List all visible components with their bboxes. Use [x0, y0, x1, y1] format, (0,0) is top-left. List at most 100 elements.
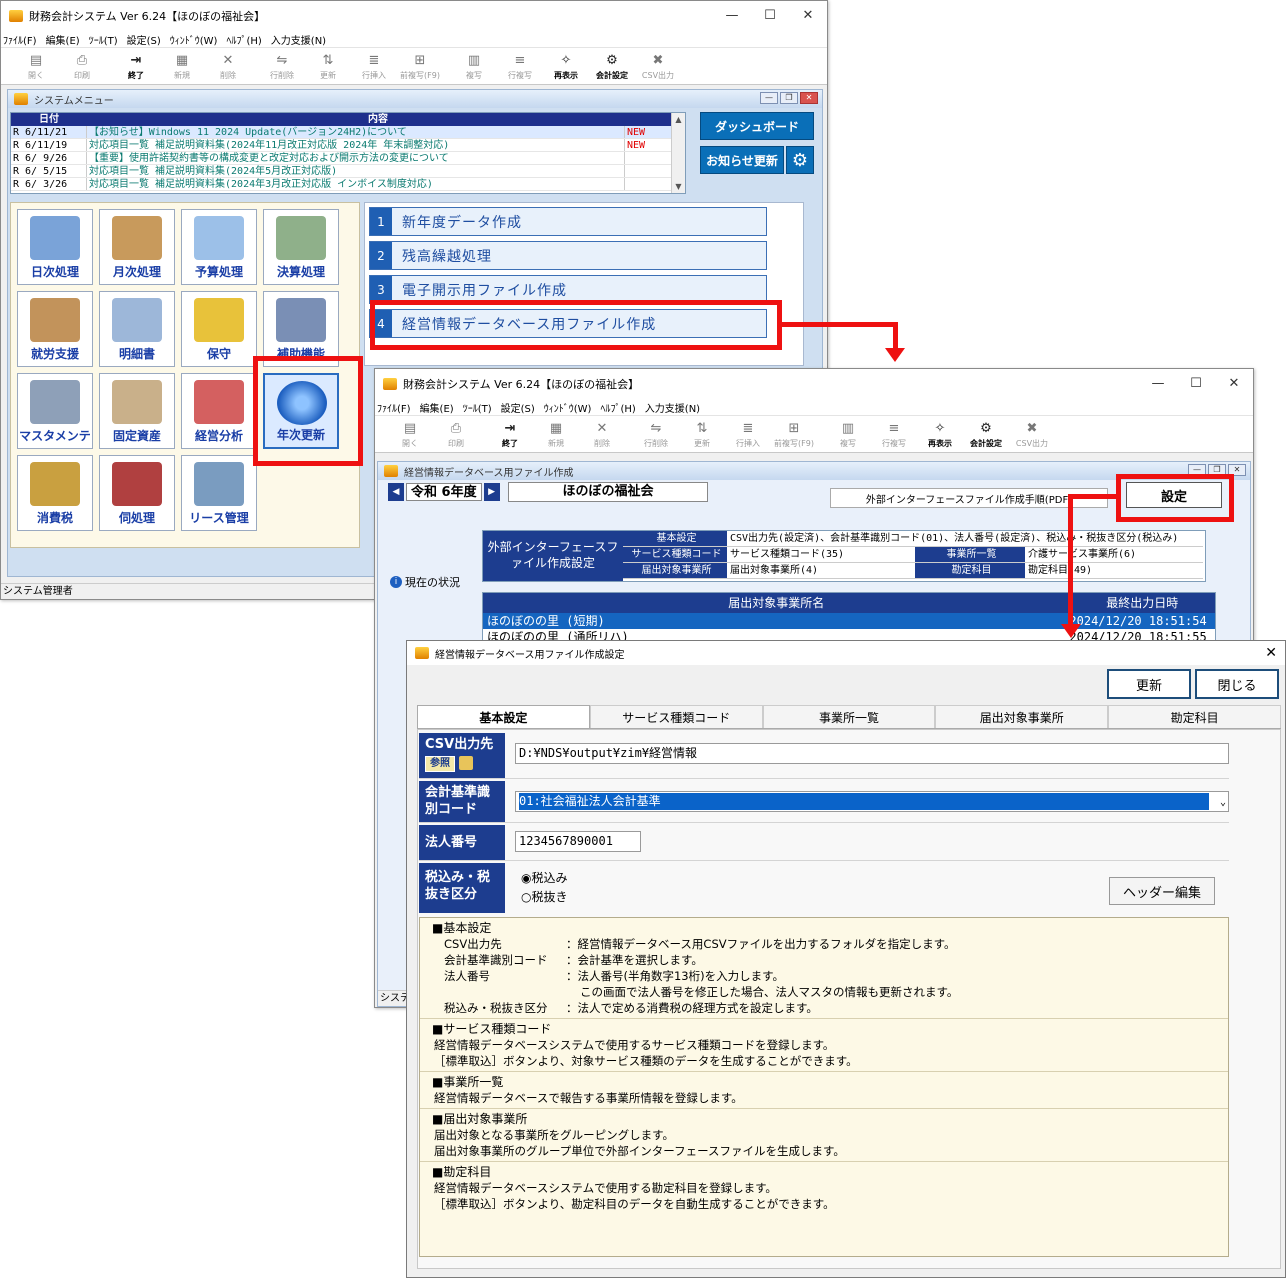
menu-input-support[interactable]: 入力支援(N)	[271, 32, 326, 47]
toolbar-button[interactable]: ✕ 削除	[579, 416, 625, 452]
menu-file[interactable]: ﾌｧｲﾙ(F)	[377, 400, 411, 415]
tile-master[interactable]: マスタメンテ	[17, 373, 93, 449]
tile-tax[interactable]: 消費税	[17, 455, 93, 531]
menu-window[interactable]: ｳｨﾝﾄﾞｳ(W)	[170, 32, 218, 47]
minimize-icon[interactable]: —	[1139, 369, 1177, 399]
news-row[interactable]: R 6/ 3/26 対応項目一覧 補足説明資料集(2024年3月改正対応版 インボ…	[11, 178, 685, 191]
chevron-down-icon[interactable]: ⌄	[1220, 793, 1226, 812]
toolbar-button[interactable]: ✕ 削除	[205, 48, 251, 84]
maximize-icon[interactable]: ☐	[1177, 369, 1215, 399]
menu-item-2[interactable]: 2 残高繰越処理	[369, 241, 767, 270]
toolbar-button[interactable]: ⇥ 終了	[113, 48, 159, 84]
menu-item-1[interactable]: 1 新年度データ作成	[369, 207, 767, 236]
news-row[interactable]: R 6/11/21 【お知らせ】Windows 11 2024 Update(バー…	[11, 126, 685, 139]
minimize-icon[interactable]: —	[760, 92, 778, 104]
toolbar-button[interactable]: ▤ 開く	[13, 48, 59, 84]
toolbar-button[interactable]: ⇅ 更新	[305, 48, 351, 84]
update-button[interactable]: 更新	[1107, 669, 1191, 699]
close-button[interactable]: 閉じる	[1195, 669, 1279, 699]
toolbar-button[interactable]: ✖ CSV出力	[635, 48, 681, 84]
tab-service-code[interactable]: サービス種類コード	[589, 705, 763, 728]
standard-code-select[interactable]: 01:社会福祉法人会計基準 ⌄	[515, 791, 1229, 812]
tile-closing[interactable]: 決算処理	[263, 209, 339, 285]
tile-budget[interactable]: 予算処理	[181, 209, 257, 285]
toolbar-button[interactable]: ⇅ 更新	[679, 416, 725, 452]
menu-settings[interactable]: 設定(S)	[127, 32, 161, 47]
toolbar-button[interactable]: ▦ 新規	[533, 416, 579, 452]
menu-settings[interactable]: 設定(S)	[501, 400, 535, 415]
tab-basic[interactable]: 基本設定	[417, 705, 590, 728]
toolbar-button[interactable]: ≣ 行挿入	[725, 416, 771, 452]
toolbar-button[interactable]: ≡ 行複写	[497, 48, 543, 84]
close-icon[interactable]: ✕	[1215, 369, 1253, 399]
menu-window[interactable]: ｳｨﾝﾄﾞｳ(W)	[544, 400, 592, 415]
tile-approval[interactable]: 伺処理	[99, 455, 175, 531]
close-icon[interactable]: ✕	[1265, 645, 1277, 661]
corp-number-input[interactable]: 1234567890001	[515, 831, 641, 852]
toolbar-button[interactable]: ⚙ 会計設定	[963, 416, 1009, 452]
toolbar-button[interactable]: ✧ 再表示	[543, 48, 589, 84]
toolbar-button[interactable]: ✧ 再表示	[917, 416, 963, 452]
current-status-label: i 現在の状況	[390, 574, 460, 590]
browse-button[interactable]: 参照	[425, 756, 455, 772]
toolbar-button[interactable]: ⚙ 会計設定	[589, 48, 635, 84]
toolbar-button[interactable]: ▦ 新規	[159, 48, 205, 84]
toolbar-button[interactable]: ≣ 行挿入	[351, 48, 397, 84]
menu-tools[interactable]: ﾂｰﾙ(T)	[463, 400, 492, 415]
news-list[interactable]: 日付 内容 R 6/11/21 【お知らせ】Windows 11 2024 Upd…	[10, 112, 686, 194]
tax-excluded-radio[interactable]: ○税抜き	[521, 888, 568, 907]
tile-work-support[interactable]: 就労支援	[17, 291, 93, 367]
tab-account[interactable]: 勘定科目	[1108, 705, 1281, 728]
menu-help[interactable]: ﾍﾙﾌﾟ(H)	[600, 400, 635, 415]
tab-office-list[interactable]: 事業所一覧	[762, 705, 936, 728]
minimize-icon[interactable]: —	[713, 1, 751, 31]
maximize-icon[interactable]: ☐	[751, 1, 789, 31]
toolbar-button[interactable]: ▥ 複写	[451, 48, 497, 84]
toolbar-button[interactable]: ⇋ 行削除	[259, 48, 305, 84]
toolbar-button[interactable]: ⊞ 前複写(F9)	[771, 416, 817, 452]
folder-icon[interactable]	[459, 756, 473, 770]
toolbar-button[interactable]: ⎙ 印刷	[59, 48, 105, 84]
next-year-button[interactable]: ▶	[483, 483, 500, 501]
menu-help[interactable]: ﾍﾙﾌﾟ(H)	[226, 32, 261, 47]
pdf-guide-button[interactable]: 外部インターフェースファイル作成手順(PDF)	[830, 488, 1108, 508]
news-row[interactable]: R 6/11/19 対応項目一覧 補足説明資料集(2024年11月改正対応版 20…	[11, 139, 685, 152]
toolbar-button[interactable]: ≡ 行複写	[871, 416, 917, 452]
toolbar-button[interactable]: ⇋ 行削除	[633, 416, 679, 452]
notice-update-button[interactable]: お知らせ更新	[700, 146, 784, 174]
tile-lease[interactable]: リース管理	[181, 455, 257, 531]
tile-monthly[interactable]: 月次処理	[99, 209, 175, 285]
menu-input-support[interactable]: 入力支援(N)	[645, 400, 700, 415]
close-icon[interactable]: ✕	[789, 1, 827, 31]
gear-icon[interactable]: ⚙	[786, 146, 814, 174]
menu-edit[interactable]: 編集(E)	[46, 32, 80, 47]
toolbar-button[interactable]: ⎙ 印刷	[433, 416, 479, 452]
toolbar-button[interactable]: ⊞ 前複写(F9)	[397, 48, 443, 84]
tax-included-radio[interactable]: ◉税込み	[521, 869, 568, 888]
restore-icon[interactable]: ❐	[780, 92, 798, 104]
header-edit-button[interactable]: ヘッダー編集	[1109, 877, 1215, 905]
toolbar-button[interactable]: ▥ 複写	[825, 416, 871, 452]
toolbar-button[interactable]: ⇥ 終了	[487, 416, 533, 452]
news-row[interactable]: R 6/ 5/15 対応項目一覧 補足説明資料集(2024年5月改正対応版)	[11, 165, 685, 178]
tile-statement[interactable]: 明細書	[99, 291, 175, 367]
prev-year-button[interactable]: ◀	[388, 483, 404, 501]
dashboard-button[interactable]: ダッシュボード	[700, 112, 814, 140]
news-row[interactable]: R 6/ 9/26 【重要】使用許諾契約書等の構成変更と改定対応および開示方法の変…	[11, 152, 685, 165]
list-row[interactable]: ほのぼのの里 (短期) 2024/12/20 18:51:54	[483, 613, 1215, 629]
toolbar-button[interactable]: ✖ CSV出力	[1009, 416, 1055, 452]
tile-fixed-asset[interactable]: 固定資産	[99, 373, 175, 449]
target-office-list[interactable]: 届出対象事業所名 最終出力日時 ほのぼのの里 (短期) 2024/12/20 1…	[482, 592, 1216, 642]
tile-maintenance[interactable]: 保守	[181, 291, 257, 367]
tile-analysis[interactable]: 経営分析	[181, 373, 257, 449]
close-icon[interactable]: ✕	[800, 92, 818, 104]
tile-daily[interactable]: 日次処理	[17, 209, 93, 285]
news-scrollbar[interactable]: ▲ ▼	[671, 113, 685, 193]
menu-tools[interactable]: ﾂｰﾙ(T)	[89, 32, 118, 47]
settings-icon: ⚙	[980, 421, 992, 436]
menu-edit[interactable]: 編集(E)	[420, 400, 454, 415]
menu-file[interactable]: ﾌｧｲﾙ(F)	[3, 32, 37, 47]
toolbar-button[interactable]: ▤ 開く	[387, 416, 433, 452]
tab-target-office[interactable]: 届出対象事業所	[935, 705, 1109, 728]
csv-path-input[interactable]: D:¥NDS¥output¥zim¥経営情報	[515, 743, 1229, 764]
